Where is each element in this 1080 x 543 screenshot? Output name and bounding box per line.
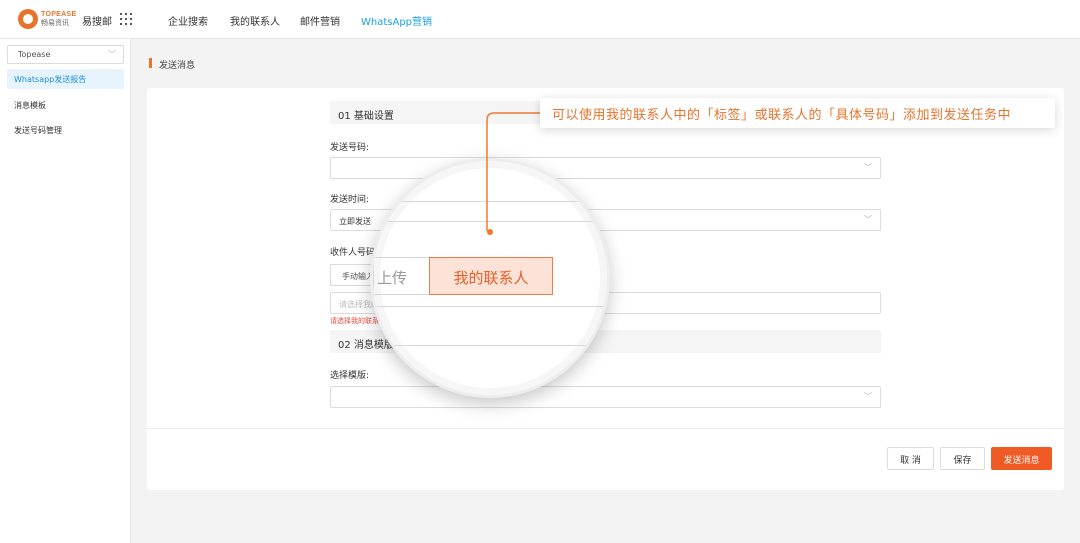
callout-anchor-dot [487, 229, 493, 235]
nav-email-marketing[interactable]: 邮件营销 [300, 13, 340, 28]
chevron-down-icon: ﹀ [864, 392, 872, 401]
logo-en: TOPEASE [41, 11, 77, 18]
sidebar-item-sender-numbers[interactable]: 发送号码管理 [7, 120, 124, 140]
chevron-down-icon: ﹀ [864, 163, 872, 172]
sidebar: Topease ﹀ Whatsapp发送报告 消息模板 发送号码管理 [0, 39, 131, 543]
callout-tooltip: 可以使用我的联系人中的「标签」或联系人的「具体号码」添加到发送任务中 [540, 98, 1055, 128]
magnified-field-border [373, 345, 607, 346]
footer-divider [147, 428, 1064, 429]
template-label: 选择模版: [330, 371, 370, 381]
send-time-label: 发送时间: [330, 195, 370, 205]
logo-text: TOPEASE 畅易资讯 [41, 10, 76, 28]
magnified-tab-upload[interactable]: 上传 [373, 257, 429, 295]
sidebar-item-message-templates[interactable]: 消息模板 [7, 95, 124, 115]
topease-logo-icon[interactable] [18, 9, 38, 29]
magnifier-lens: 上传 我的联系人 [370, 158, 610, 398]
app-name[interactable]: 易搜邮 [82, 13, 112, 28]
sidebar-item-whatsapp-report[interactable]: Whatsapp发送报告 [7, 69, 124, 89]
send-message-button[interactable]: 发送消息 [991, 447, 1052, 470]
logo-cn: 畅易资讯 [41, 19, 69, 27]
nav-whatsapp-marketing[interactable]: WhatsApp营销 [361, 13, 432, 28]
cancel-button[interactable]: 取 消 [887, 447, 934, 470]
magnified-field-border [373, 201, 607, 202]
breadcrumb: 发送消息 [159, 61, 196, 71]
nav-my-contacts[interactable]: 我的联系人 [230, 13, 280, 28]
send-time-value: 立即发送 [339, 217, 371, 226]
nav-company-search[interactable]: 企业搜索 [168, 13, 208, 28]
chevron-down-icon: ﹀ [108, 50, 116, 59]
tenant-select-value: Topease [18, 50, 51, 59]
sender-number-select[interactable]: ﹀ [330, 157, 881, 179]
chevron-down-icon: ﹀ [864, 215, 872, 224]
top-bar: TOPEASE 畅易资讯 易搜邮 企业搜索 我的联系人 邮件营销 WhatsAp… [0, 0, 1080, 39]
magnified-field-border [373, 306, 607, 307]
app-grid-icon[interactable] [120, 13, 132, 25]
sender-number-label: 发送号码: [330, 143, 370, 153]
magnified-field-border [373, 221, 607, 222]
recipient-label: 收件人号码 [330, 248, 376, 258]
tenant-select[interactable]: Topease ﹀ [7, 45, 124, 64]
breadcrumb-marker [149, 58, 152, 68]
save-button[interactable]: 保存 [940, 447, 985, 470]
magnified-tab-my-contacts[interactable]: 我的联系人 [429, 257, 553, 295]
template-select[interactable]: ﹀ [330, 386, 881, 408]
